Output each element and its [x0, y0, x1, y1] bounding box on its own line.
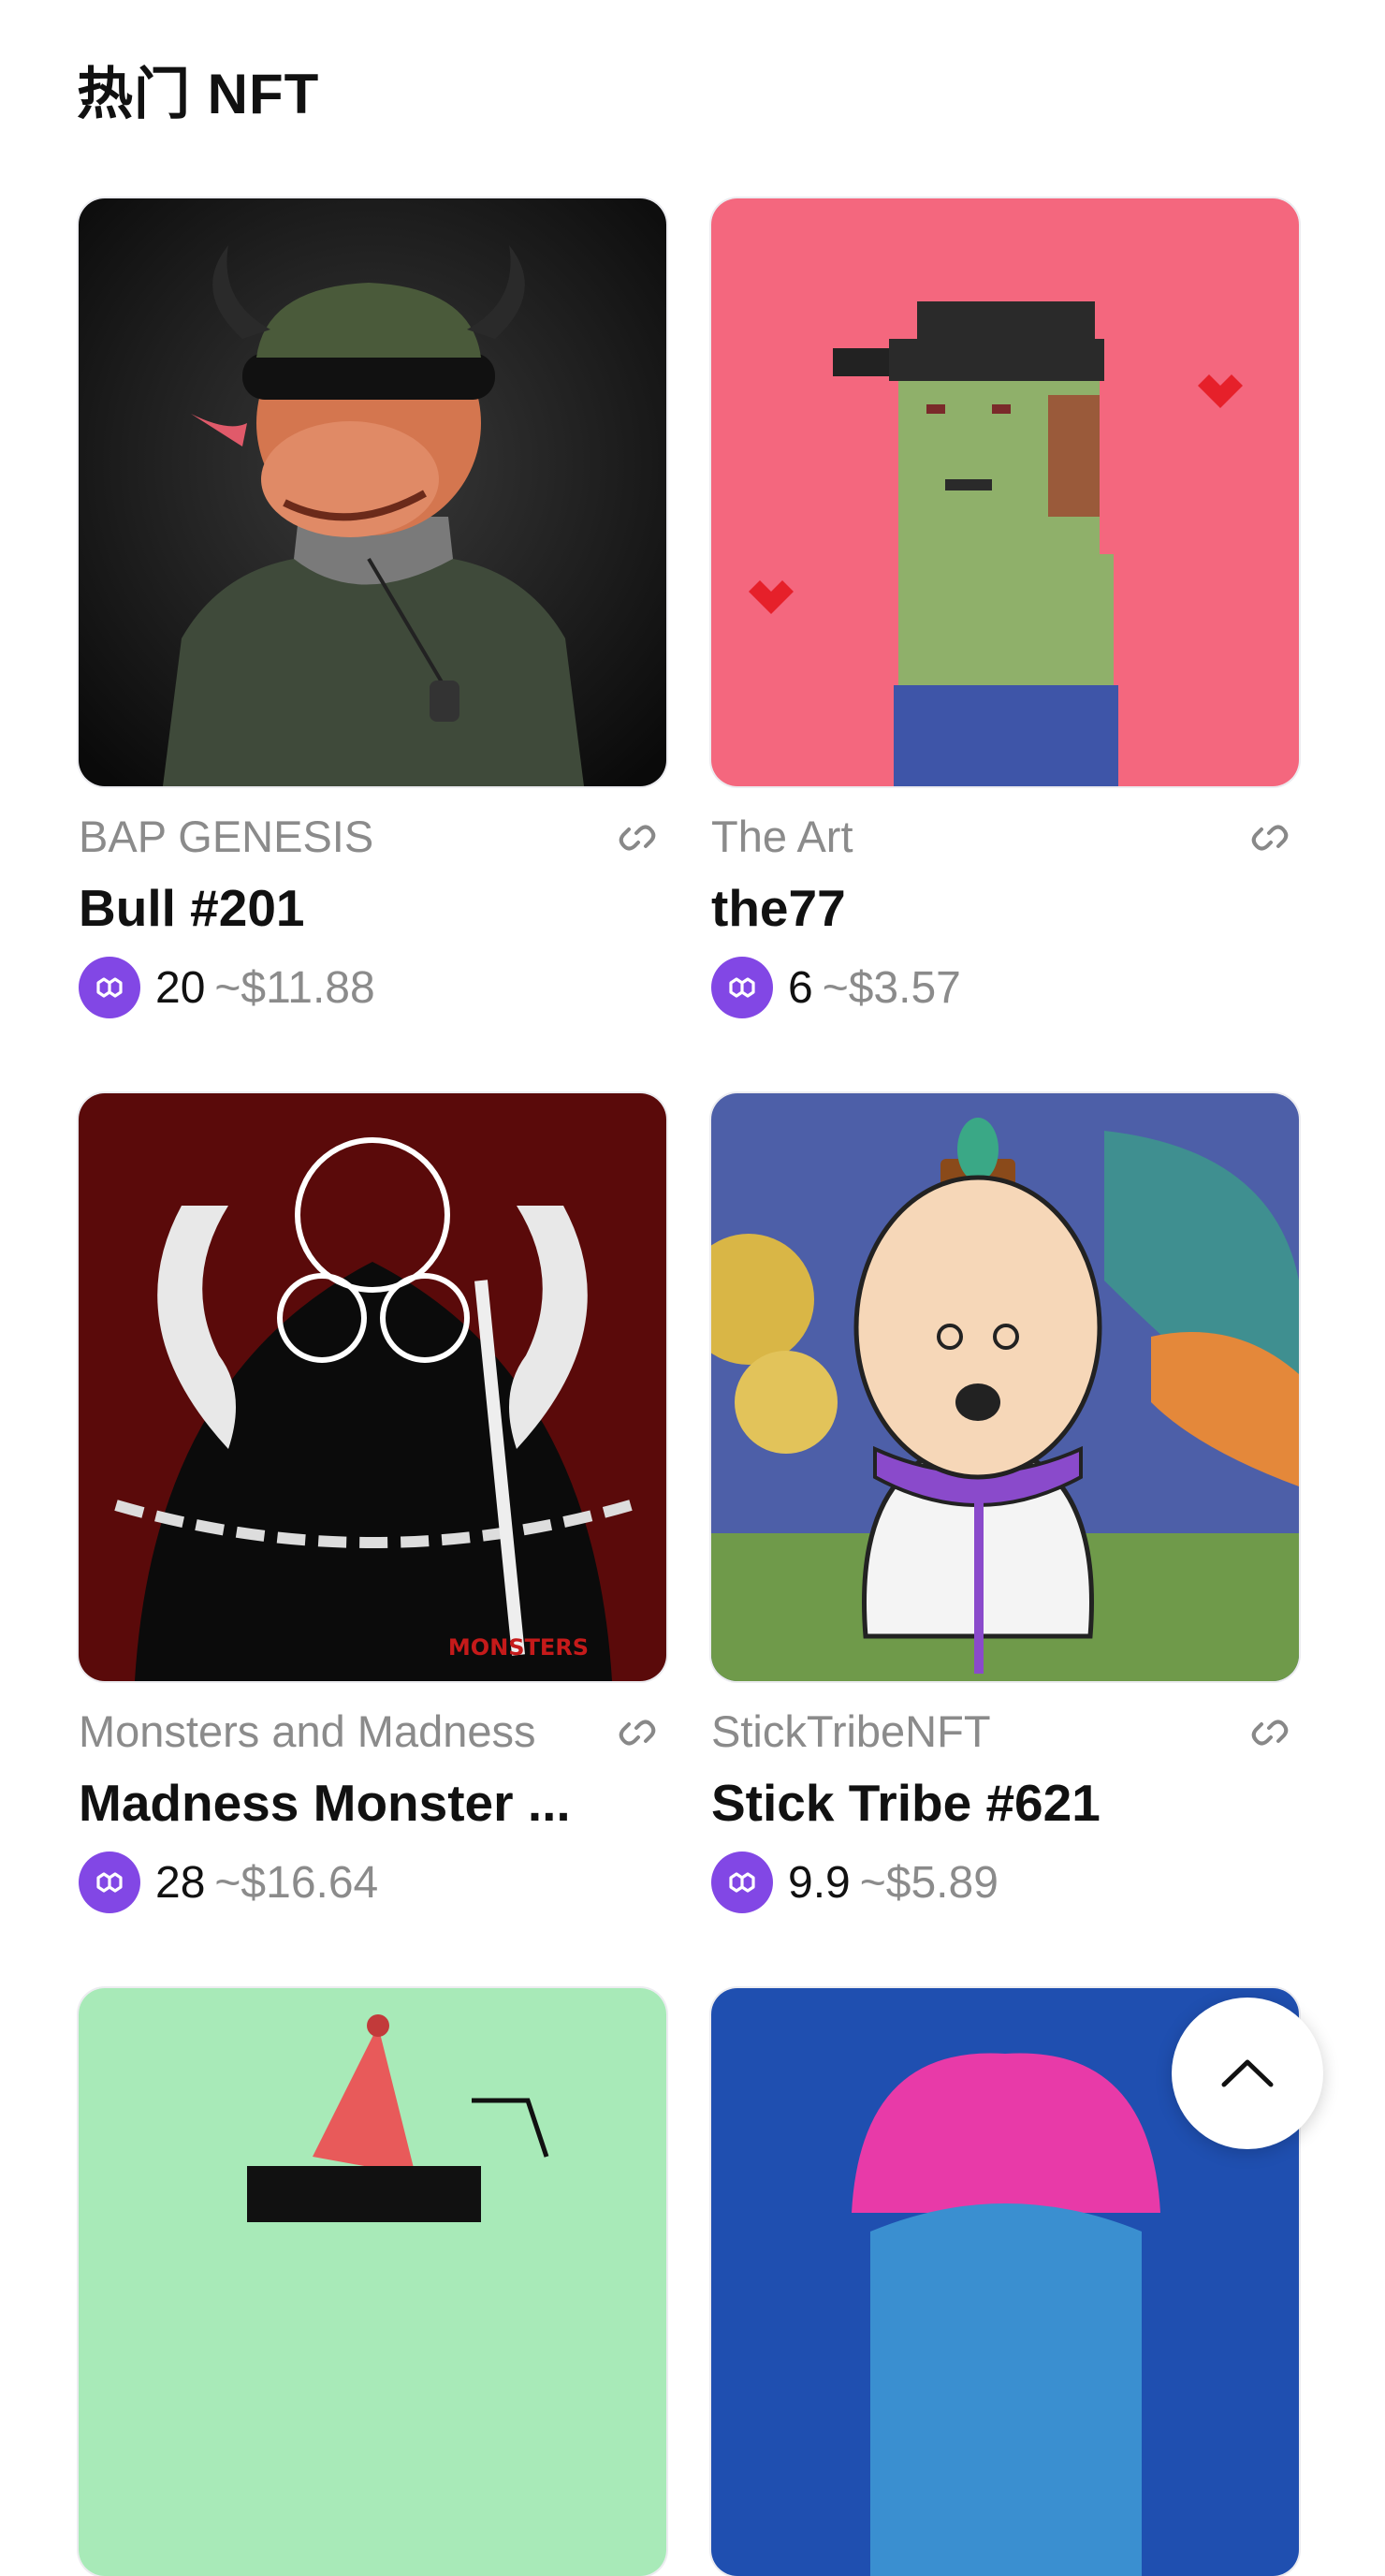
nft-card[interactable]: MONSTERS Monsters and Madness Madness Mo… — [79, 1093, 666, 1913]
nft-image[interactable] — [711, 1093, 1299, 1681]
nft-image[interactable]: MONSTERS — [79, 1093, 666, 1681]
link-icon[interactable] — [1248, 1711, 1291, 1754]
usd-value: ~$5.89 — [859, 1857, 999, 1908]
polygon-icon — [79, 957, 140, 1018]
nft-card[interactable]: StickTribeNFT Stick Tribe #621 9.9 ~$5.8… — [711, 1093, 1299, 1913]
nft-name: the77 — [711, 879, 846, 937]
nft-card[interactable]: The Art the77 6 ~$3.57 — [711, 198, 1299, 1018]
nft-card[interactable] — [79, 1988, 666, 2576]
price-value: 9.9 — [788, 1857, 851, 1908]
polygon-icon — [711, 957, 773, 1018]
monster-artwork: MONSTERS — [79, 1093, 666, 1681]
price-row: 28 ~$16.64 — [79, 1852, 378, 1913]
polygon-icon — [711, 1852, 773, 1913]
price-value: 20 — [155, 962, 206, 1013]
price-value: 28 — [155, 1857, 206, 1908]
price-row: 20 ~$11.88 — [79, 957, 375, 1018]
link-icon[interactable] — [616, 816, 659, 859]
stick-figure-artwork — [711, 1093, 1299, 1681]
nft-name: Madness Monster ... — [79, 1774, 571, 1832]
usd-value: ~$3.57 — [822, 962, 961, 1013]
nft-image[interactable] — [79, 1988, 666, 2576]
link-icon[interactable] — [616, 1711, 659, 1754]
polygon-icon — [79, 1852, 140, 1913]
price-row: 6 ~$3.57 — [711, 957, 961, 1018]
collection-name: The Art — [711, 812, 853, 861]
price-value: 6 — [788, 962, 813, 1013]
party-hat-artwork — [79, 1988, 666, 2576]
nft-name: Bull #201 — [79, 879, 305, 937]
bull-artwork — [79, 198, 666, 786]
svg-text:MONSTERS: MONSTERS — [448, 1634, 589, 1661]
usd-value: ~$16.64 — [214, 1857, 379, 1908]
collection-name: BAP GENESIS — [79, 812, 374, 861]
collection-name: Monsters and Madness — [79, 1706, 536, 1756]
nft-name: Stick Tribe #621 — [711, 1774, 1101, 1832]
usd-value: ~$11.88 — [214, 962, 375, 1013]
nft-image[interactable] — [711, 198, 1299, 786]
price-row: 9.9 ~$5.89 — [711, 1852, 999, 1913]
page-title: 热门 NFT — [77, 63, 320, 125]
pixel-punk-artwork — [711, 198, 1299, 786]
nft-card[interactable]: BAP GENESIS Bull #201 20 ~$11.88 — [79, 198, 666, 1018]
chevron-up-icon — [1221, 2059, 1274, 2087]
scroll-to-top-button[interactable] — [1172, 1998, 1323, 2149]
nft-image[interactable] — [79, 198, 666, 786]
link-icon[interactable] — [1248, 816, 1291, 859]
collection-name: StickTribeNFT — [711, 1706, 991, 1756]
